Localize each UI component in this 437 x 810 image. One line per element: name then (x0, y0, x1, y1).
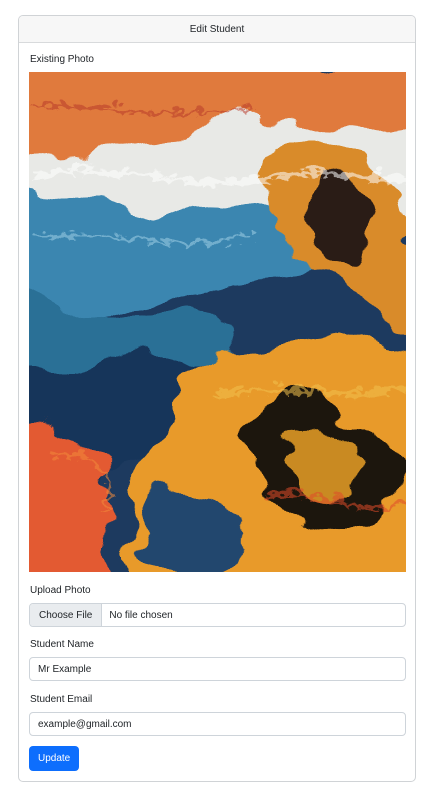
edit-student-card: Edit Student Existing Photo Upload Photo… (18, 15, 416, 782)
student-name-label: Student Name (30, 639, 94, 650)
existing-photo-label: Existing Photo (30, 54, 94, 65)
file-status-text: No file chosen (109, 609, 173, 621)
student-email-input[interactable] (29, 712, 406, 736)
existing-photo (29, 72, 406, 572)
upload-photo-label: Upload Photo (30, 585, 91, 596)
photo-file-input[interactable]: Choose File No file chosen (29, 603, 406, 627)
update-button[interactable]: Update (29, 746, 80, 771)
student-name-input[interactable] (29, 657, 406, 681)
student-email-label: Student Email (30, 694, 93, 705)
card-title: Edit Student (189, 23, 245, 35)
card-header: Edit Student (19, 16, 415, 43)
choose-file-button[interactable]: Choose File (30, 604, 103, 626)
